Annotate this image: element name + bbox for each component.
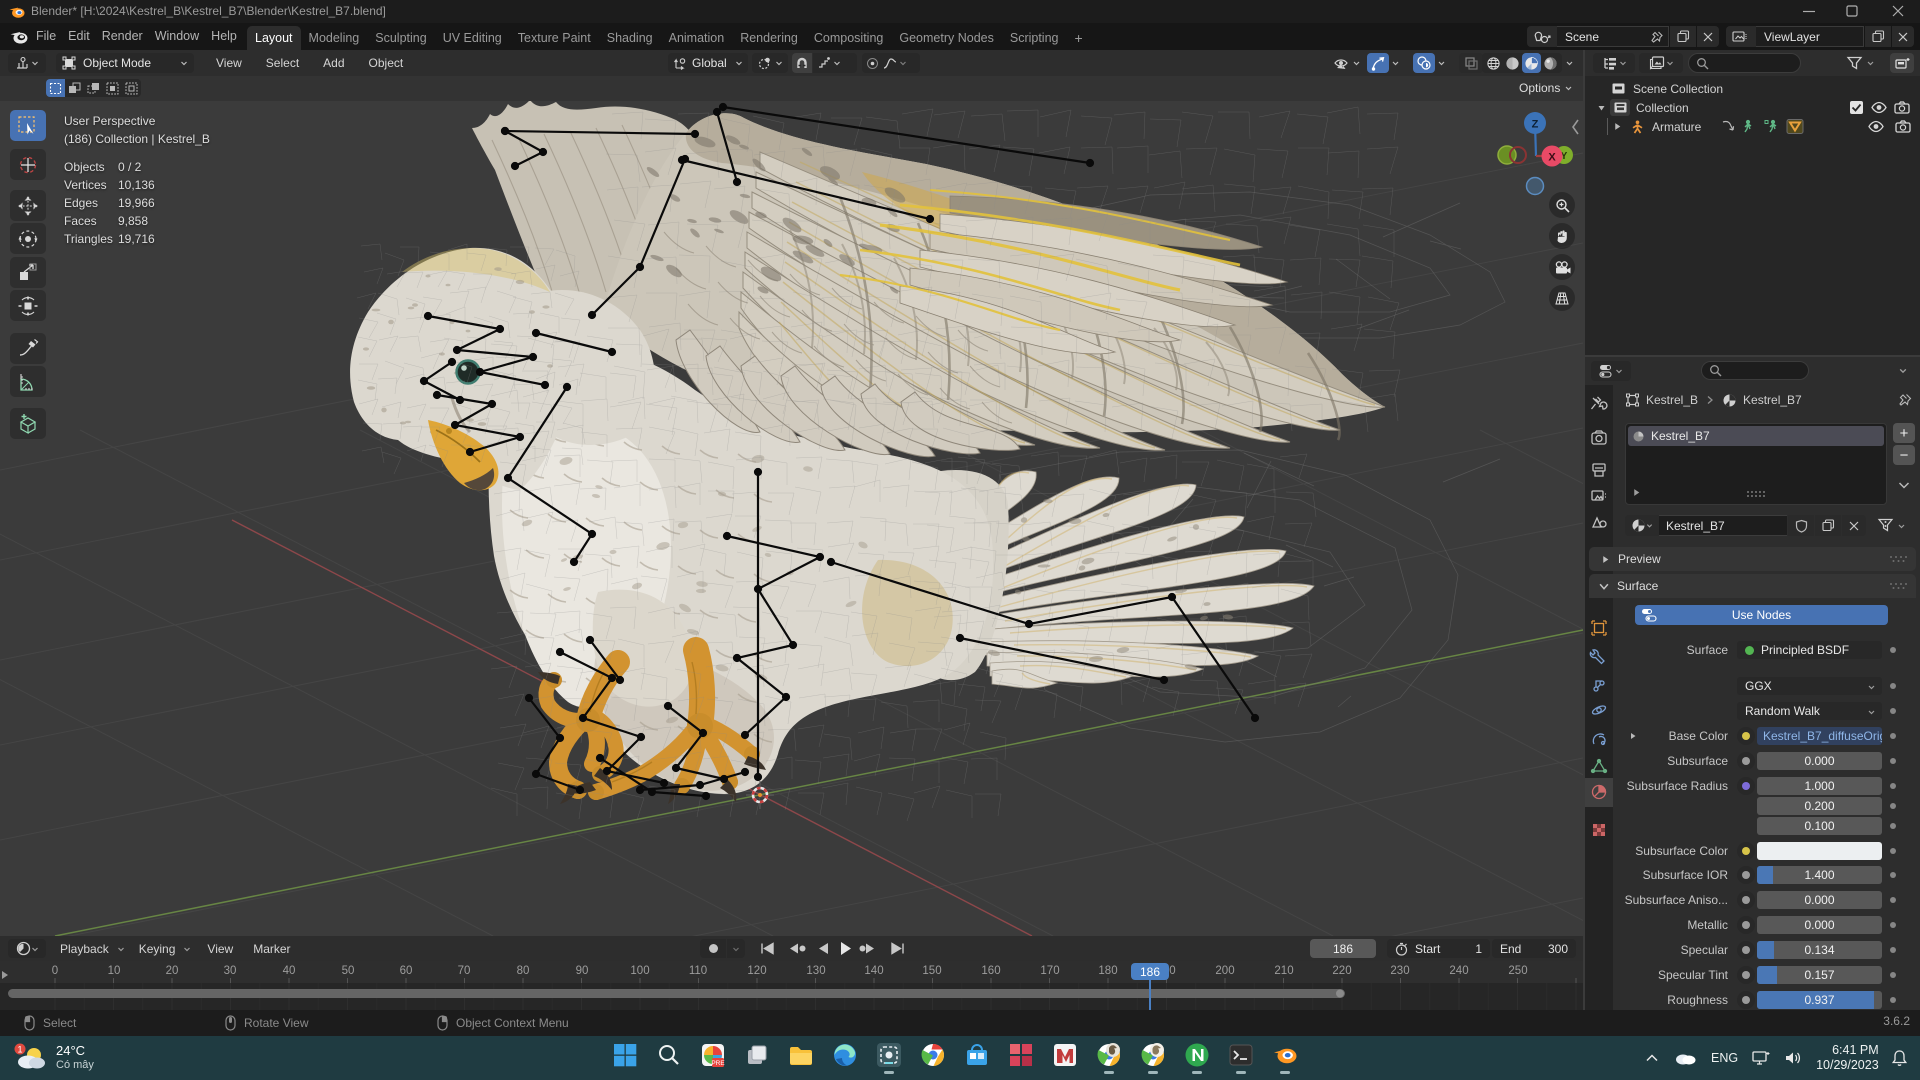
svg-text:90: 90 [576,965,589,977]
svg-text:240: 240 [1449,965,1468,977]
svg-text:X: X [1548,152,1556,164]
svg-text:20: 20 [166,965,179,977]
svg-text:130: 130 [806,965,825,977]
svg-text:110: 110 [689,965,707,977]
svg-text:230: 230 [1390,965,1409,977]
svg-text:80: 80 [517,965,530,977]
svg-text:70: 70 [458,965,471,977]
svg-text:10: 10 [108,965,121,977]
svg-text:186: 186 [1140,965,1160,979]
svg-text:140: 140 [864,965,883,977]
svg-text:100: 100 [630,965,649,977]
svg-text:200: 200 [1215,965,1234,977]
svg-text:120: 120 [747,965,766,977]
svg-text:50: 50 [342,965,355,977]
svg-text:40: 40 [283,965,296,977]
svg-text:250: 250 [1508,965,1527,977]
svg-text:170: 170 [1040,965,1059,977]
svg-text:210: 210 [1274,965,1293,977]
svg-text:1: 1 [17,1045,22,1055]
svg-text:Z: Z [1532,119,1539,131]
svg-text:220: 220 [1332,965,1351,977]
svg-text:150: 150 [922,965,941,977]
svg-text:30: 30 [224,965,237,977]
svg-text:0: 0 [52,965,58,977]
svg-text:160: 160 [981,965,1000,977]
svg-text:PRE: PRE [711,1060,725,1067]
svg-text:180: 180 [1098,965,1117,977]
svg-text:60: 60 [400,965,413,977]
